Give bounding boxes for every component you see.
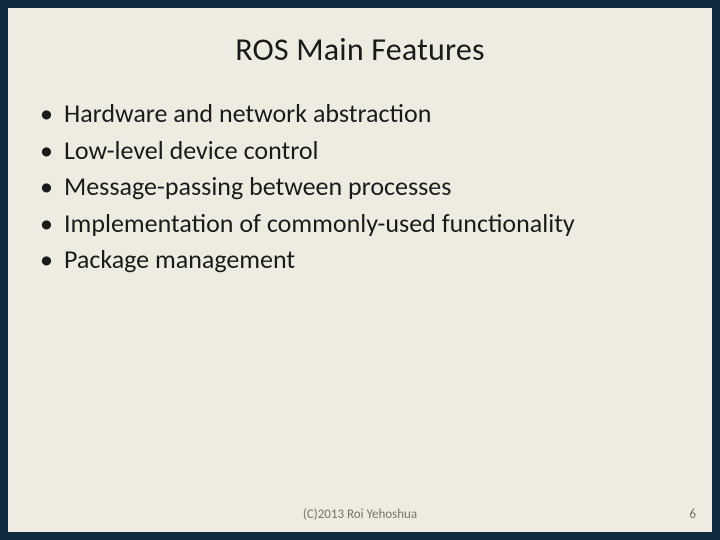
list-item: Hardware and network abstraction (36, 97, 692, 130)
list-item: Low-level device control (36, 134, 692, 167)
list-item: Package management (36, 243, 692, 276)
slide: ROS Main Features Hardware and network a… (8, 8, 712, 532)
page-number: 6 (689, 507, 696, 522)
list-item: Message-passing between processes (36, 170, 692, 203)
copyright-text: (C)2013 Roi Yehoshua (303, 507, 417, 522)
slide-footer: (C)2013 Roi Yehoshua 6 (8, 502, 712, 522)
list-item: Implementation of commonly-used function… (36, 207, 692, 240)
slide-content: Hardware and network abstraction Low-lev… (8, 97, 712, 532)
slide-title: ROS Main Features (8, 30, 712, 69)
bullet-list: Hardware and network abstraction Low-lev… (36, 97, 692, 276)
